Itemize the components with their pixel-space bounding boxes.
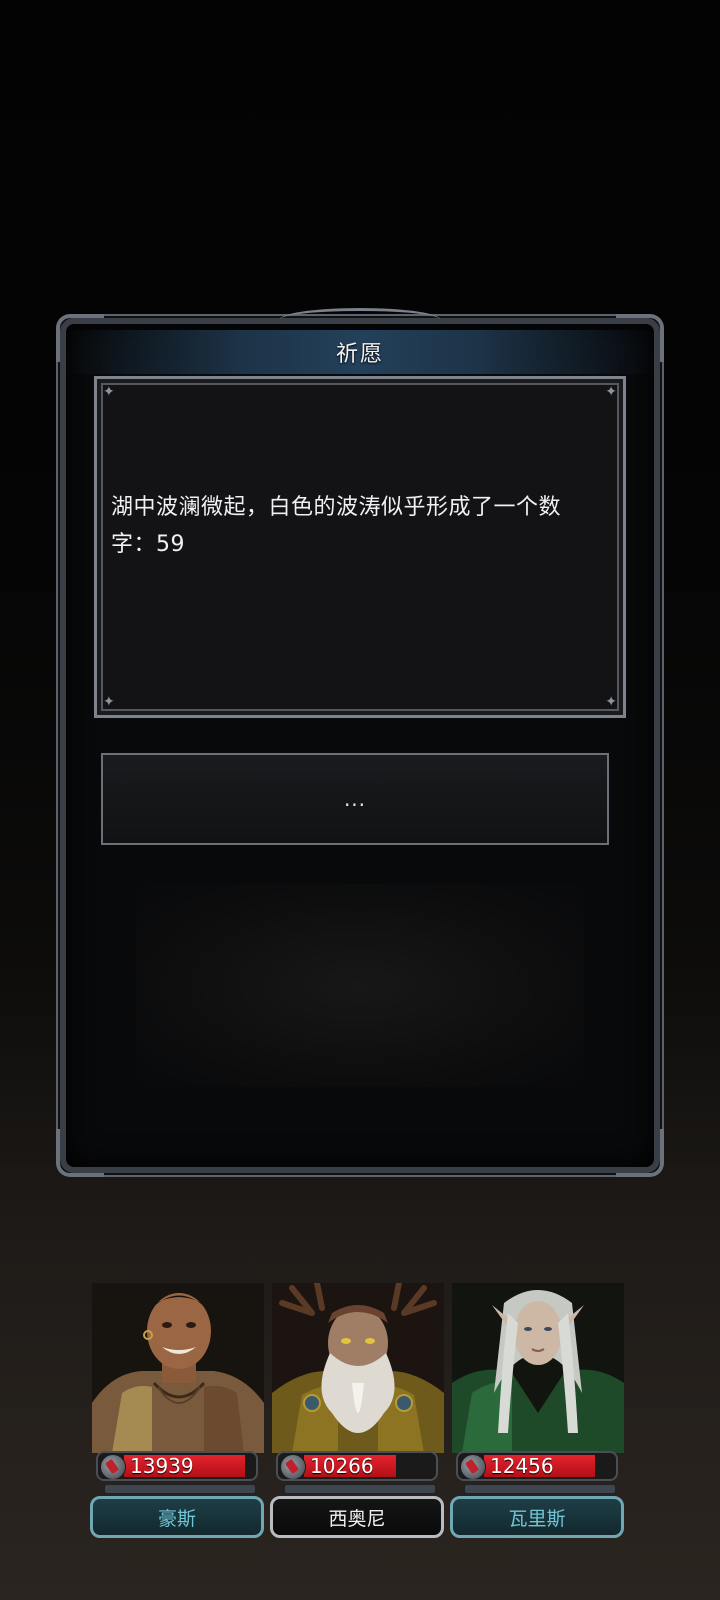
hero-name-plate[interactable]: 豪斯 [90,1496,264,1538]
dialog-title: 祈愿 [335,342,384,367]
dialog-title-bar: 祈愿 [66,308,654,374]
mp-bar [464,1484,616,1494]
continue-choice-button[interactable]: ... [101,753,609,845]
antlered-druid-portrait [272,1283,444,1453]
mp-bar [284,1484,436,1494]
party-member-1[interactable]: 13939 豪斯 [90,1283,266,1543]
hp-value: 13939 [130,1454,194,1478]
hero-name-plate-selected[interactable]: 西奥尼 [270,1496,444,1538]
blood-vial-icon [100,1454,126,1479]
hp-bar: 10266 [276,1451,438,1481]
hero-name: 西奥尼 [328,1507,386,1530]
hp-bar: 13939 [96,1451,258,1481]
sparkle-icon: ✦ [605,384,617,400]
title-ornament [280,308,440,331]
sparkle-icon: ✦ [103,384,115,400]
party-member-2[interactable]: 10266 西奥尼 [270,1283,446,1543]
sparkle-icon: ✦ [103,694,115,710]
hero-name: 瓦里斯 [508,1507,566,1530]
hp-bar: 12456 [456,1451,618,1481]
frame-corner-ornament [616,1129,664,1177]
wish-dialog: 祈愿 ✦ ✦ ✦ ✦ 湖中波澜微起，白色的波涛似乎形成了一个数字：59 ... [56,308,664,1177]
burly-warrior-portrait [92,1283,264,1453]
hero-name: 豪斯 [157,1507,196,1530]
sparkle-icon: ✦ [605,694,617,710]
party-member-3[interactable]: 12456 瓦里斯 [450,1283,626,1543]
blood-vial-icon [460,1454,486,1479]
mp-bar [104,1484,256,1494]
elf-ranger-portrait [452,1283,624,1453]
choice-label: ... [343,787,367,811]
hero-name-plate[interactable]: 瓦里斯 [450,1496,624,1538]
hp-value: 10266 [310,1454,374,1478]
blood-vial-icon [280,1454,306,1479]
hp-value: 12456 [490,1454,554,1478]
party-bar: 13939 豪斯 10266 西奥尼 12456 瓦里斯 [90,1283,630,1543]
message-text: 湖中波澜微起，白色的波涛似乎形成了一个数字：59 [111,495,562,557]
frame-corner-ornament [56,1129,104,1177]
message-box: ✦ ✦ ✦ ✦ 湖中波澜微起，白色的波涛似乎形成了一个数字：59 [94,376,626,718]
